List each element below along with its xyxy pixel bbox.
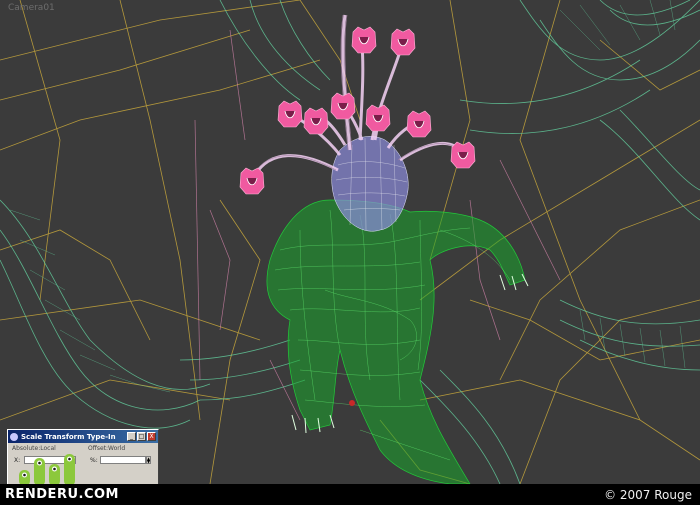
offset-pct-field[interactable] xyxy=(100,456,146,464)
pod xyxy=(303,107,329,135)
offset-group-label: Offset:World xyxy=(88,445,126,452)
dialog-title: Scale Transform Type-In xyxy=(21,432,116,441)
close-button[interactable]: X xyxy=(147,432,156,441)
screenshot: Camera01 Scale Transform Type-In _ □ X A… xyxy=(0,0,700,505)
pod xyxy=(406,110,432,138)
pod xyxy=(450,141,476,169)
brand-text: RENDERU.COM xyxy=(5,487,119,502)
pod xyxy=(351,26,377,54)
pod xyxy=(330,92,356,120)
copyright-text: © 2007 Rouge xyxy=(604,487,692,502)
viewport-label[interactable]: Camera01 xyxy=(8,3,55,13)
offset-spinner[interactable]: ▲ ▼ xyxy=(146,456,151,464)
app-icon xyxy=(10,432,18,441)
creature-red-marker xyxy=(349,400,355,406)
pod xyxy=(277,100,303,128)
wireframe-scene xyxy=(0,0,700,484)
renderu-logo xyxy=(19,454,75,486)
offset-pct-label: %: xyxy=(90,457,98,464)
minimize-button[interactable]: _ xyxy=(127,432,136,441)
3d-viewport[interactable]: Camera01 xyxy=(0,0,700,484)
pod xyxy=(390,28,416,56)
maximize-button[interactable]: □ xyxy=(137,432,146,441)
pod xyxy=(365,104,391,132)
dialog-titlebar[interactable]: Scale Transform Type-In _ □ X xyxy=(8,430,158,443)
pod xyxy=(239,167,265,195)
creature-body-mesh xyxy=(266,199,526,484)
watermark-footer: RENDERU.COM © 2007 Rouge xyxy=(0,484,700,505)
